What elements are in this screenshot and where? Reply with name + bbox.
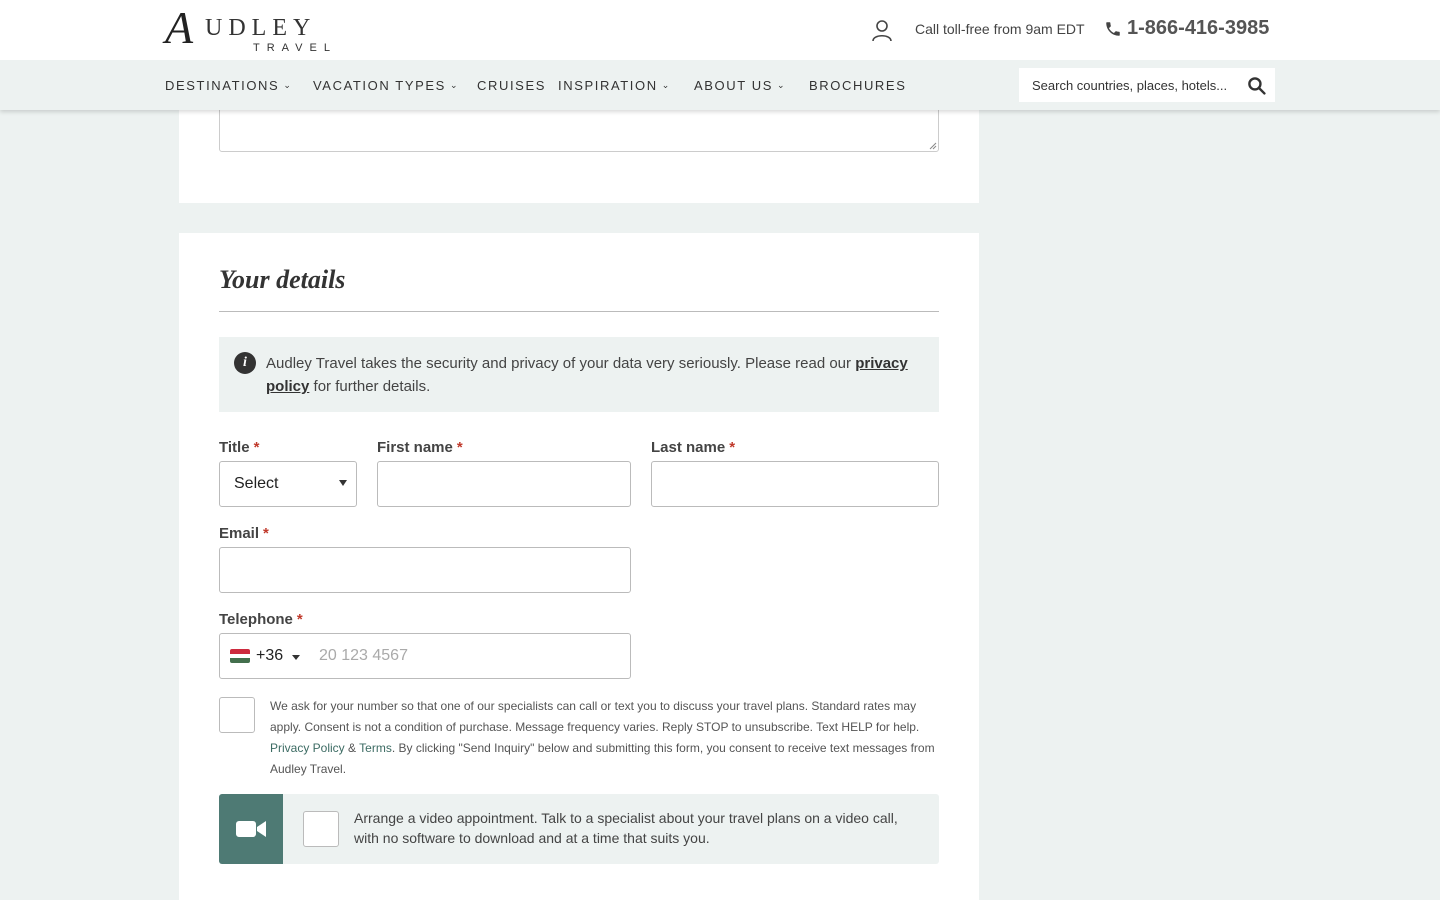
main-navigation: DESTINATIONS ⌄ VACATION TYPES ⌄ CRUISES IN…	[0, 60, 1440, 110]
telephone-label-text: Telephone	[219, 611, 293, 628]
consent-ampersand: &	[344, 741, 360, 755]
consent-text-part1: We ask for your number so that one of ou…	[270, 699, 920, 734]
logo-initial: A	[165, 2, 194, 53]
country-code-dropdown[interactable]: +36	[220, 634, 306, 678]
top-bar: A UDLEY TRAVEL Call toll-free from 9am E…	[0, 0, 1440, 60]
first-name-field	[377, 461, 631, 507]
nav-destinations[interactable]: DESTINATIONS ⌄	[165, 78, 292, 93]
title-label: Title *	[219, 439, 259, 456]
info-text-after: for further details.	[309, 378, 431, 395]
last-name-label: Last name *	[651, 439, 735, 456]
email-input[interactable]	[220, 548, 630, 592]
email-field	[219, 547, 631, 593]
your-details-card: Your details i Audley Travel takes the s…	[179, 233, 979, 900]
chevron-down-icon: ⌄	[449, 80, 460, 90]
nav-label: DESTINATIONS	[165, 78, 280, 93]
hungary-flag-icon	[230, 649, 250, 663]
required-marker: *	[296, 611, 303, 628]
audley-travel-logo[interactable]: A UDLEY TRAVEL	[165, 5, 335, 55]
search-input[interactable]	[1019, 68, 1239, 102]
country-dial-code: +36	[256, 647, 284, 664]
title-select-value: Select	[234, 475, 279, 492]
chevron-down-icon: ⌄	[777, 80, 787, 90]
required-marker: *	[456, 439, 463, 456]
nav-inspiration[interactable]: INSPIRATION ⌄	[558, 78, 671, 93]
phone-number-link[interactable]: 1-866-416-3985	[1127, 17, 1269, 40]
video-appointment-box: Arrange a video appointment. Talk to a s…	[219, 794, 939, 864]
first-name-label-text: First name	[377, 439, 453, 456]
resize-grip-icon[interactable]	[929, 142, 937, 150]
caret-down-icon	[339, 480, 347, 486]
info-icon: i	[234, 352, 256, 374]
consent-terms-link[interactable]: Terms	[359, 741, 392, 755]
chevron-down-icon: ⌄	[283, 80, 293, 90]
required-marker: *	[253, 439, 260, 456]
nav-label: BROCHURES	[809, 78, 907, 93]
caret-down-icon	[292, 655, 300, 660]
call-toll-free-text: Call toll-free from 9am EDT	[915, 21, 1085, 37]
telephone-input[interactable]	[306, 634, 630, 678]
required-marker: *	[263, 525, 269, 542]
info-text-before: Audley Travel takes the security and pri…	[266, 355, 856, 372]
logo-wordmark: A	[165, 5, 193, 51]
nav-label: ABOUT US	[694, 78, 774, 93]
title-select[interactable]: Select	[219, 461, 357, 507]
sms-consent-text: We ask for your number so that one of ou…	[270, 696, 942, 780]
video-appointment-text: Arrange a video appointment. Talk to a s…	[354, 810, 898, 846]
site-search	[1019, 68, 1275, 102]
last-name-input[interactable]	[652, 462, 938, 506]
video-icon-panel	[219, 794, 283, 864]
required-marker: *	[729, 439, 736, 456]
sms-consent-checkbox[interactable]	[219, 697, 255, 733]
privacy-info-box: i Audley Travel takes the security and p…	[219, 337, 939, 412]
last-name-field	[651, 461, 939, 507]
previous-section-card	[179, 100, 979, 203]
video-appointment-checkbox[interactable]	[303, 811, 339, 847]
last-name-label-text: Last name	[651, 439, 726, 456]
section-title: Your details	[219, 265, 346, 294]
nav-label: VACATION TYPES	[313, 78, 446, 93]
nav-brochures[interactable]: BROCHURES	[809, 78, 906, 93]
chevron-down-icon: ⌄	[661, 80, 671, 90]
email-label: Email *	[219, 525, 269, 542]
nav-label: CRUISES	[477, 78, 546, 93]
nav-about-us[interactable]: ABOUT US ⌄	[694, 78, 786, 93]
logo-rest: UDLEY	[205, 15, 317, 41]
title-label-text: Title	[219, 439, 250, 456]
email-label-text: Email	[219, 525, 260, 542]
phone-icon	[1106, 22, 1120, 36]
logo-subtitle: TRAVEL	[253, 42, 337, 54]
first-name-label: First name *	[377, 439, 463, 456]
search-icon[interactable]	[1247, 76, 1266, 95]
first-name-input[interactable]	[378, 462, 630, 506]
nav-vacation-types[interactable]: VACATION TYPES ⌄	[313, 78, 459, 93]
nav-label: INSPIRATION	[558, 78, 658, 93]
nav-cruises[interactable]: CRUISES	[477, 78, 546, 93]
telephone-label: Telephone *	[219, 611, 303, 628]
flag-stripe-green	[230, 658, 250, 663]
section-divider	[219, 311, 939, 312]
consent-privacy-policy-link[interactable]: Privacy Policy	[270, 741, 345, 755]
video-camera-icon	[236, 821, 266, 837]
account-icon[interactable]	[870, 18, 894, 42]
privacy-info-text: Audley Travel takes the security and pri…	[266, 352, 926, 398]
telephone-field: +36	[219, 633, 631, 679]
